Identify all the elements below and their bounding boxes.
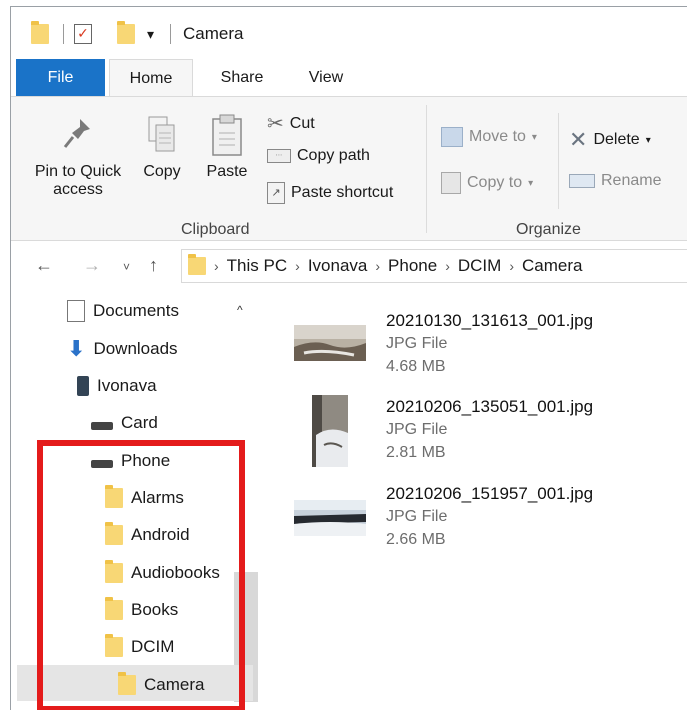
nav-item-label: Downloads — [93, 339, 178, 358]
delete-icon: ✕ — [569, 127, 588, 152]
breadcrumb-camera[interactable]: Camera — [522, 256, 582, 276]
nav-item-downloads[interactable]: ⬇ Downloads — [67, 335, 178, 363]
chevron-down-icon: ▾ — [645, 134, 651, 146]
pin-label-line1: Pin to Quick — [34, 163, 122, 180]
paste-shortcut-button[interactable]: ↗ Paste shortcut — [267, 182, 393, 204]
breadcrumb-ivonava[interactable]: Ivonava — [308, 256, 368, 276]
paste-icon — [212, 114, 242, 156]
ribbon-home: Pin to Quick access Copy Paste ✂ Cut ⋯ C… — [11, 96, 687, 241]
nav-item-label: Ivonava — [97, 376, 157, 395]
chevron-down-icon: ▾ — [531, 131, 537, 143]
paste-shortcut-label: Paste shortcut — [291, 184, 394, 201]
group-separator — [426, 105, 427, 233]
properties-icon[interactable]: ✓ — [74, 21, 92, 47]
file-thumbnail — [312, 395, 348, 467]
nav-item-documents[interactable]: Documents — [67, 297, 179, 325]
file-size: 4.68 MB — [386, 358, 446, 375]
tab-share[interactable]: Share — [209, 59, 275, 96]
scroll-up-arrow-icon[interactable]: ^ — [237, 303, 243, 317]
rename-button[interactable]: Rename — [569, 172, 661, 190]
chevron-right-icon[interactable]: › — [214, 258, 219, 274]
file-name: 20210206_135051_001.jpg — [386, 397, 594, 416]
nav-item-label: Card — [121, 413, 158, 432]
chevron-down-icon: ▾ — [528, 177, 534, 189]
tab-view[interactable]: View — [296, 59, 356, 96]
up-arrow-icon[interactable]: ↑ — [149, 255, 158, 276]
move-to-button[interactable]: Move to ▾ — [441, 127, 537, 147]
drive-icon — [91, 422, 113, 430]
nav-item-ivonava[interactable]: Ivonava — [77, 372, 157, 400]
file-type: JPG File — [386, 508, 448, 525]
copy-label: Copy — [143, 163, 181, 180]
pin-to-quick-access-button[interactable]: Pin to Quick access — [23, 115, 133, 199]
paste-button[interactable]: Paste — [197, 113, 257, 181]
delete-button[interactable]: ✕ Delete ▾ — [569, 127, 651, 153]
copy-to-label: Copy to — [467, 174, 523, 191]
pin-label-line2: access — [53, 181, 103, 198]
nav-item-card[interactable]: Card — [91, 409, 158, 437]
folder-icon — [188, 254, 206, 275]
address-bar[interactable]: › This PC › Ivonava › Phone › DCIM › Cam… — [181, 249, 687, 283]
file-thumbnail — [294, 325, 366, 361]
title-bar: ✓ ▾ Camera — [11, 7, 687, 59]
forward-arrow-icon[interactable]: → — [83, 255, 101, 276]
file-thumbnail — [294, 500, 366, 536]
move-to-icon — [441, 127, 463, 147]
chevron-right-icon[interactable]: › — [445, 258, 450, 274]
chevron-right-icon[interactable]: › — [375, 258, 380, 274]
copy-path-icon: ⋯ — [267, 149, 291, 163]
separator — [63, 21, 64, 47]
recent-locations-chevron-icon[interactable]: ˅ — [123, 260, 130, 274]
file-type: JPG File — [386, 335, 448, 352]
paste-shortcut-icon: ↗ — [267, 182, 285, 204]
chevron-right-icon[interactable]: › — [509, 258, 514, 274]
downloads-icon: ⬇ — [67, 336, 86, 361]
organize-group-label: Organize — [516, 221, 581, 238]
rename-label: Rename — [601, 172, 662, 189]
address-bar-row: ← → ˅ ↑ › This PC › Ivonava › Phone › DC… — [11, 245, 687, 289]
scissors-icon: ✂ — [267, 113, 284, 135]
delete-label: Delete — [593, 131, 640, 148]
file-name: 20210130_131613_001.jpg — [386, 311, 594, 330]
folder-icon[interactable] — [31, 21, 49, 47]
file-name: 20210206_151957_001.jpg — [386, 484, 594, 503]
file-explorer-window: ✓ ▾ Camera File Home Share View Pin to Q… — [10, 6, 687, 710]
breadcrumb-phone[interactable]: Phone — [388, 256, 437, 276]
group-separator — [558, 113, 559, 209]
paste-label: Paste — [206, 163, 248, 180]
copy-to-icon — [441, 172, 461, 194]
separator — [170, 21, 171, 47]
file-size: 2.81 MB — [386, 444, 446, 461]
copy-button[interactable]: Copy — [137, 115, 187, 181]
quick-access-dropdown[interactable]: ▾ — [147, 21, 154, 47]
cut-button[interactable]: ✂ Cut — [267, 111, 315, 136]
new-folder-icon[interactable] — [117, 21, 135, 47]
clipboard-group-label: Clipboard — [181, 221, 250, 238]
breadcrumb-dcim[interactable]: DCIM — [458, 256, 501, 276]
file-size: 2.66 MB — [386, 531, 446, 548]
copy-icon — [148, 116, 175, 152]
tab-home[interactable]: Home — [109, 59, 193, 96]
file-type: JPG File — [386, 421, 448, 438]
ribbon-tabs: File Home Share View — [11, 59, 687, 96]
copy-path-button[interactable]: ⋯ Copy path — [267, 147, 370, 165]
file-item[interactable]: 20210206_151957_001.jpg JPG File 2.66 MB — [294, 484, 674, 564]
rename-icon — [569, 174, 595, 188]
highlight-annotation-box — [37, 440, 245, 710]
file-item[interactable]: 20210206_135051_001.jpg JPG File 2.81 MB — [294, 395, 674, 477]
move-to-label: Move to — [469, 128, 526, 145]
chevron-right-icon[interactable]: › — [295, 258, 300, 274]
back-arrow-icon[interactable]: ← — [35, 255, 53, 276]
cut-label: Cut — [289, 114, 315, 132]
tab-file[interactable]: File — [16, 59, 105, 96]
copy-path-label: Copy path — [297, 147, 370, 164]
documents-icon — [67, 300, 85, 322]
file-item[interactable]: 20210130_131613_001.jpg JPG File 4.68 MB — [294, 311, 674, 391]
phone-device-icon — [77, 376, 89, 396]
copy-to-button[interactable]: Copy to ▾ — [441, 172, 533, 194]
nav-item-label: Documents — [93, 301, 179, 320]
breadcrumb-this-pc[interactable]: This PC — [227, 256, 287, 276]
pin-icon — [63, 119, 90, 148]
window-title: Camera — [183, 24, 244, 43]
